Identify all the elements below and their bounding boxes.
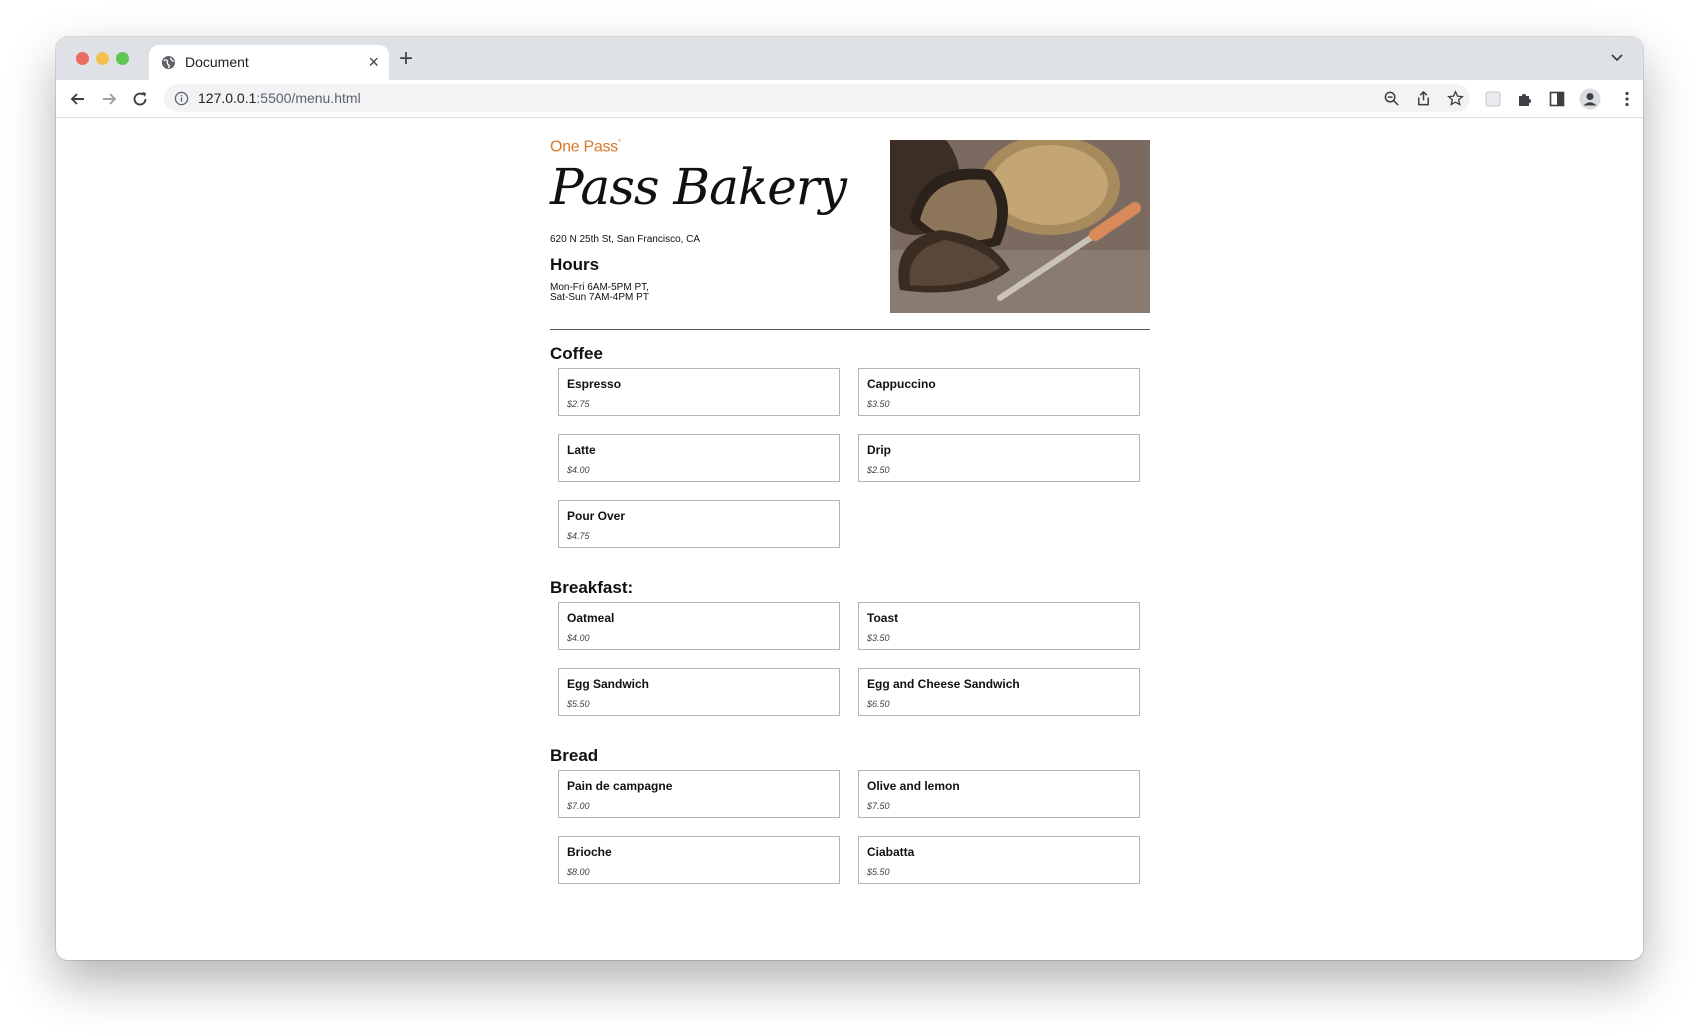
- tab-strip: Document × +: [56, 37, 1643, 80]
- menu-item-card: Pain de campagne $7.00: [558, 770, 840, 818]
- page-viewport: One Pass° Pass Bakery 620 N 25th St, San…: [56, 118, 1643, 960]
- item-price: $8.00: [567, 867, 590, 877]
- minimize-window-button[interactable]: [96, 52, 109, 65]
- item-price: $6.50: [867, 699, 890, 709]
- item-price: $2.75: [567, 399, 590, 409]
- section-title-coffee: Coffee: [550, 344, 603, 363]
- url-path: :5500/menu.html: [256, 90, 361, 106]
- bakery-address: 620 N 25th St, San Francisco, CA: [550, 234, 701, 245]
- item-name: Toast: [867, 611, 899, 625]
- header-divider: [550, 329, 1150, 330]
- url-text[interactable]: 127.0.0.1:5500/menu.html: [198, 90, 361, 106]
- extension-icon[interactable]: [1484, 90, 1502, 108]
- menu-item-card: Pour Over $4.75: [558, 500, 840, 548]
- menu-item-card: Ciabatta $5.50: [858, 836, 1140, 884]
- item-name: Espresso: [567, 377, 622, 391]
- chevron-down-icon[interactable]: [1609, 49, 1625, 65]
- item-name: Brioche: [567, 845, 612, 859]
- info-icon[interactable]: [174, 91, 189, 106]
- menu-item-card: Egg Sandwich $5.50: [558, 668, 840, 716]
- item-name: Oatmeal: [567, 611, 615, 625]
- close-window-button[interactable]: [76, 52, 89, 65]
- browser-window: Document × + 127.0.0.1:5500/menu.html On…: [56, 37, 1643, 960]
- reload-icon[interactable]: [130, 89, 150, 109]
- menu-item-card: Oatmeal $4.00: [558, 602, 840, 650]
- menu-item-card: Egg and Cheese Sandwich $6.50: [858, 668, 1140, 716]
- item-price: $3.50: [867, 633, 890, 643]
- item-name: Drip: [867, 443, 891, 457]
- section-title-breakfast: Breakfast:: [550, 578, 634, 597]
- new-tab-button[interactable]: +: [399, 45, 413, 73]
- side-panel-icon[interactable]: [1548, 90, 1566, 108]
- item-price: $4.75: [567, 531, 590, 541]
- url-host: 127.0.0.1: [198, 90, 257, 106]
- forward-arrow-icon[interactable]: [99, 89, 119, 109]
- brand-logo: One Pass°: [550, 138, 621, 156]
- item-name: Ciabatta: [867, 845, 915, 859]
- address-bar[interactable]: 127.0.0.1:5500/menu.html: [164, 84, 1470, 112]
- item-name: Egg and Cheese Sandwich: [867, 677, 1020, 691]
- share-icon[interactable]: [1415, 90, 1432, 107]
- hours-line-weekend: Sat-Sun 7AM-4PM PT: [550, 292, 649, 303]
- item-price: $4.00: [567, 633, 590, 643]
- item-price: $4.00: [567, 465, 590, 475]
- brand-mark: °: [617, 138, 621, 147]
- menu-item-card: Espresso $2.75: [558, 368, 840, 416]
- menu-item-card: Cappuccino $3.50: [858, 368, 1140, 416]
- browser-toolbar: 127.0.0.1:5500/menu.html: [56, 80, 1643, 118]
- brand-text: One Pass: [550, 138, 618, 156]
- tab-title: Document: [185, 54, 249, 70]
- tab-document[interactable]: Document ×: [149, 45, 389, 80]
- back-arrow-icon[interactable]: [68, 89, 88, 109]
- zoom-icon[interactable]: [1383, 90, 1400, 107]
- tab-close-icon[interactable]: ×: [368, 51, 379, 73]
- item-name: Olive and lemon: [867, 779, 960, 793]
- item-name: Cappuccino: [867, 377, 936, 391]
- page-title: Pass Bakery: [550, 158, 847, 216]
- item-name: Egg Sandwich: [567, 677, 650, 691]
- menu-item-card: Olive and lemon $7.50: [858, 770, 1140, 818]
- item-name: Pour Over: [567, 509, 626, 523]
- profile-avatar-icon[interactable]: [1579, 88, 1601, 110]
- menu-item-card: Latte $4.00: [558, 434, 840, 482]
- hours-heading: Hours: [550, 255, 600, 274]
- section-title-bread: Bread: [550, 746, 599, 765]
- item-name: Pain de campagne: [567, 779, 673, 793]
- item-price: $5.50: [867, 867, 890, 877]
- menu-item-card: Drip $2.50: [858, 434, 1140, 482]
- zoom-window-button[interactable]: [116, 52, 129, 65]
- item-price: $5.50: [567, 699, 590, 709]
- bread-photo: [890, 140, 1150, 313]
- item-price: $3.50: [867, 399, 890, 409]
- puzzle-icon[interactable]: [1516, 90, 1534, 108]
- globe-icon: [161, 55, 176, 70]
- more-menu-icon[interactable]: [1618, 90, 1636, 108]
- item-name: Latte: [567, 443, 596, 457]
- bookmark-star-icon[interactable]: [1447, 90, 1464, 107]
- menu-item-card: Toast $3.50: [858, 602, 1140, 650]
- item-price: $2.50: [867, 465, 890, 475]
- menu-item-card: Brioche $8.00: [558, 836, 840, 884]
- item-price: $7.50: [867, 801, 890, 811]
- item-price: $7.00: [567, 801, 590, 811]
